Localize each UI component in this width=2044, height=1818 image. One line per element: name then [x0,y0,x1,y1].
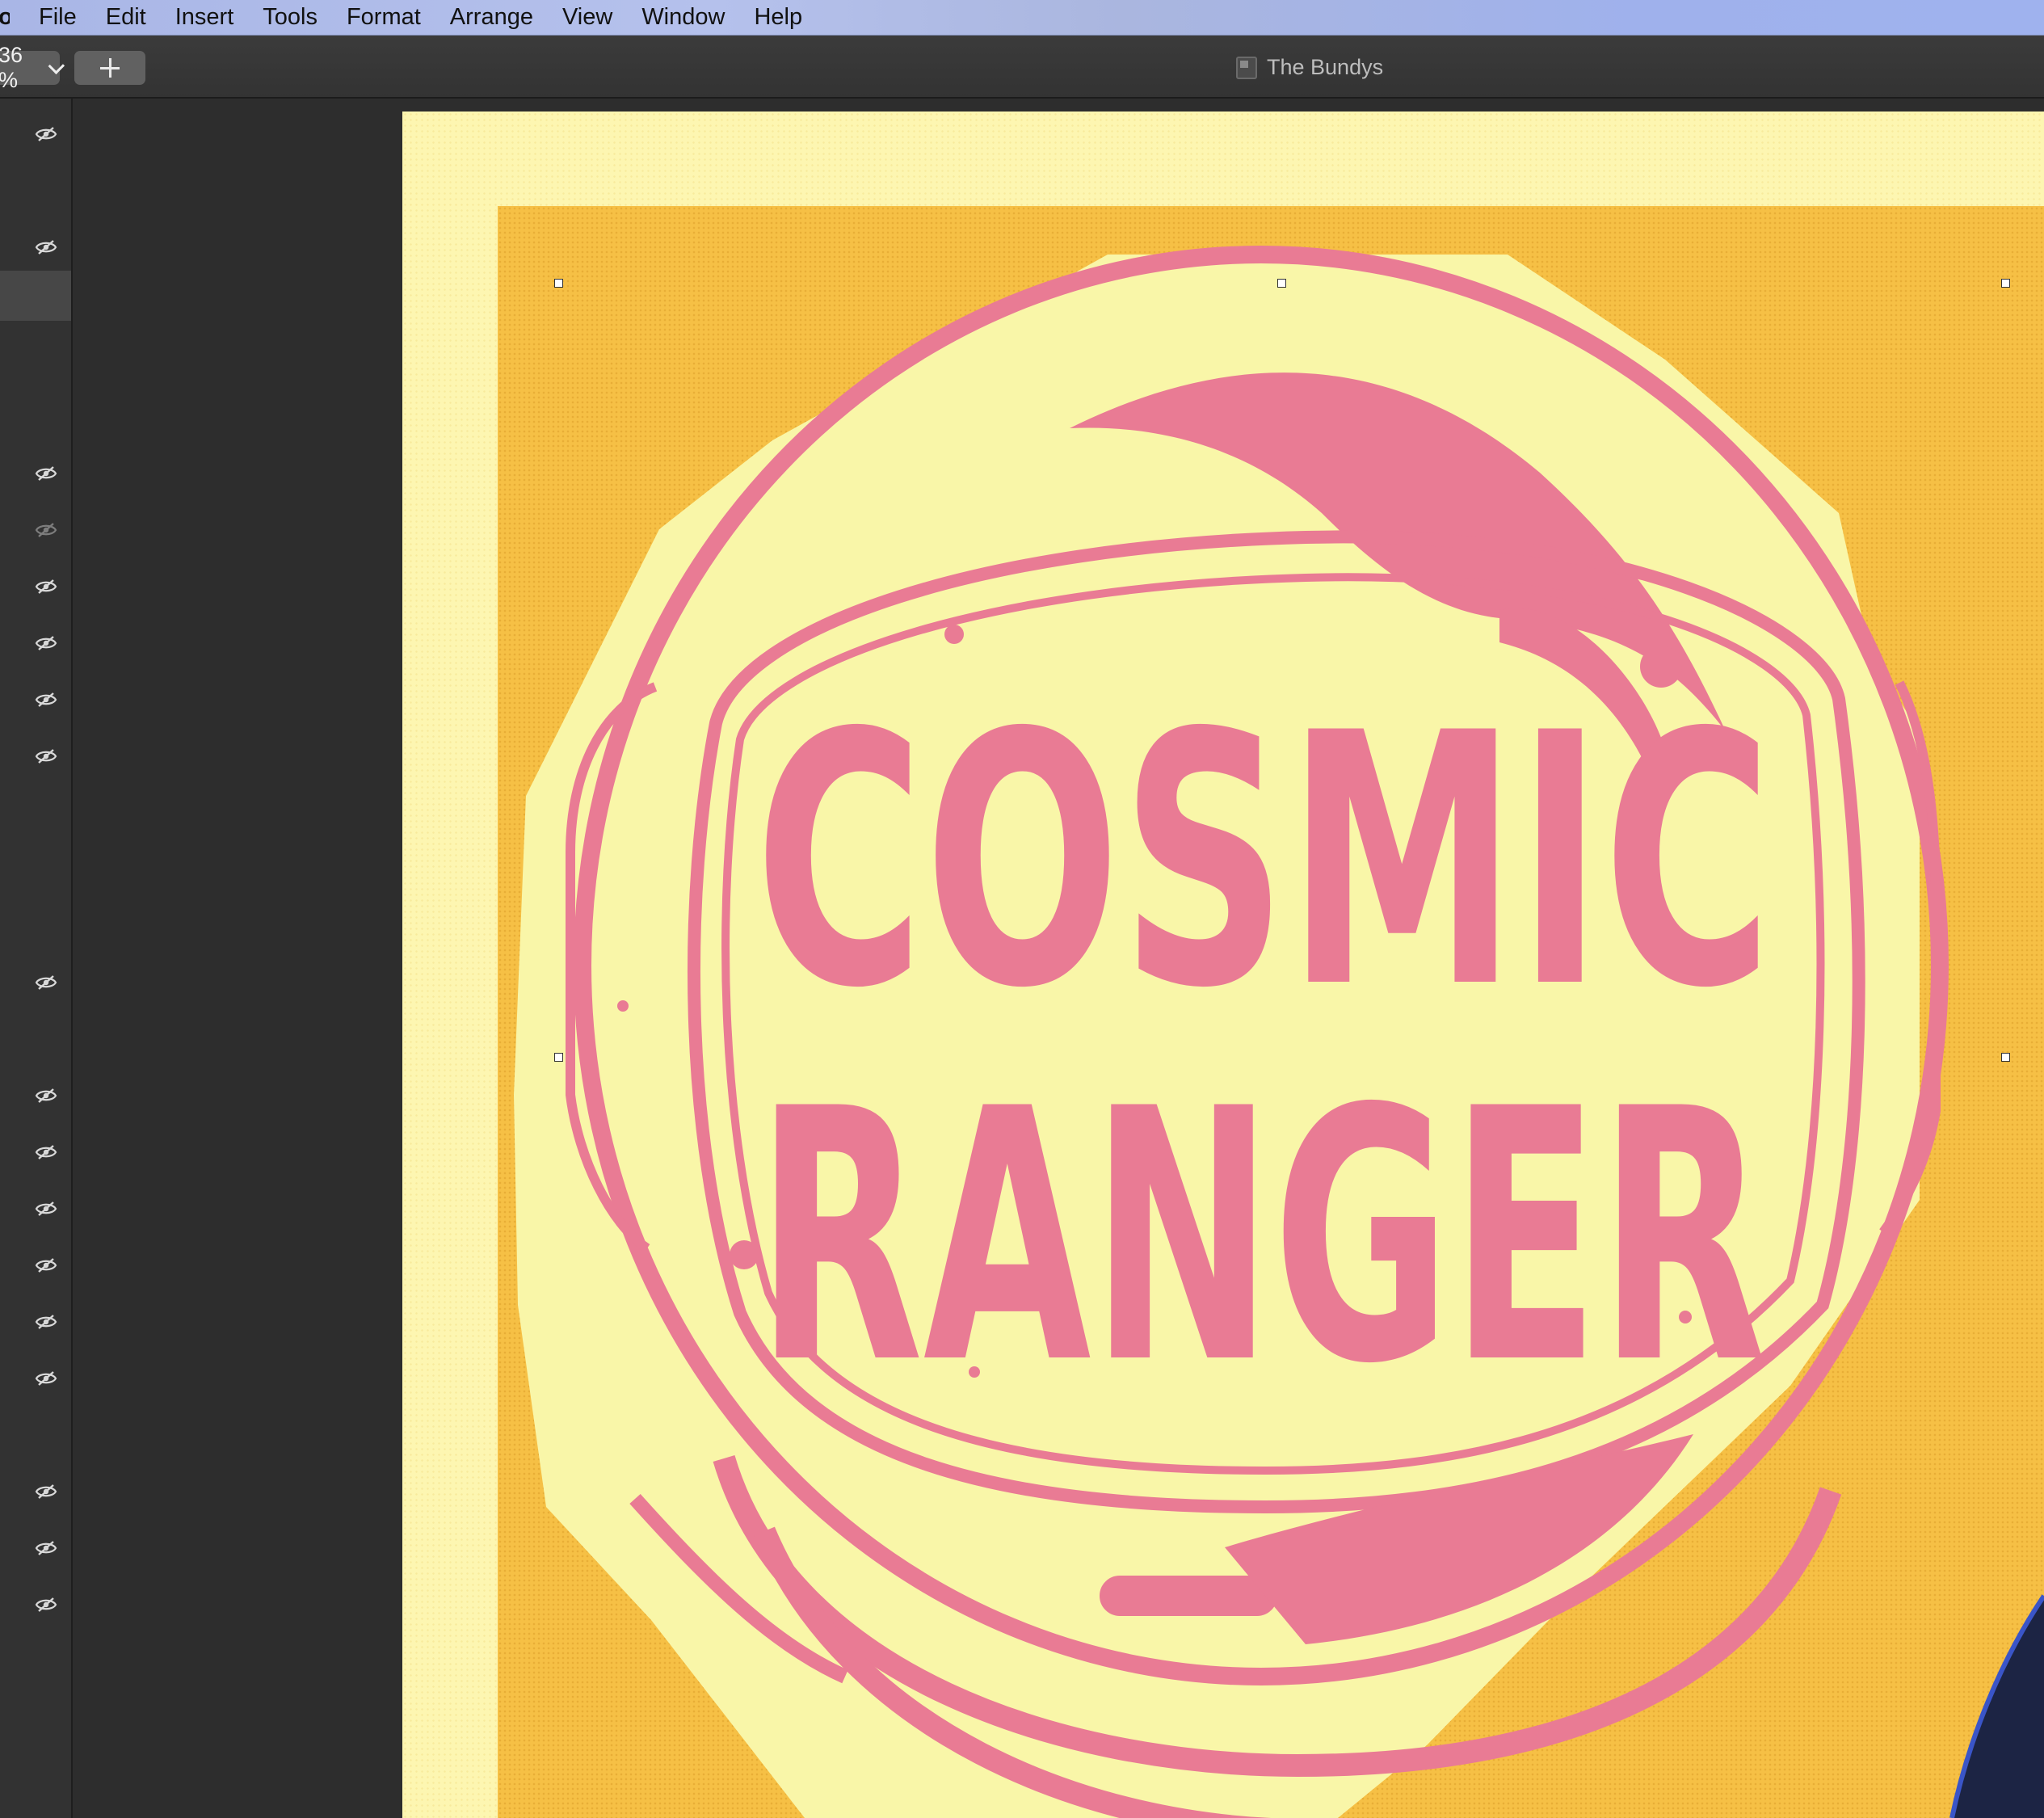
document-icon [1236,56,1257,79]
eye-slash-icon[interactable] [35,1258,57,1273]
selection-handle-top-center[interactable] [1277,279,1286,288]
eye-slash-icon[interactable] [35,749,57,764]
document-title: The Bundys [1236,55,1383,80]
eye-slash-icon[interactable] [35,466,57,481]
toolbar: 36 % The Bundys [0,36,2044,99]
selected-layer-row[interactable] [0,271,71,321]
zoom-value: 36 % [0,43,23,92]
layers-sidebar [0,99,73,1818]
cosmic-ranger-artwork[interactable]: COSMIC RANGER [498,206,2044,1818]
artwork-title-line2: RANGER [756,1036,1766,1440]
zoom-dropdown[interactable]: 36 % [0,43,65,92]
eye-slash-icon[interactable] [35,523,57,537]
document-title-text: The Bundys [1267,55,1384,79]
eye-slash-icon[interactable] [35,1145,57,1159]
artwork-title-line1: COSMIC [755,660,1773,1064]
eye-slash-icon[interactable] [35,579,57,594]
menu-file[interactable]: File [39,4,77,31]
menu-arrange[interactable]: Arrange [450,4,533,31]
eye-slash-icon[interactable] [35,975,57,990]
selection-handle-middle-left[interactable] [554,1053,563,1062]
eye-slash-icon[interactable] [35,1201,57,1216]
eye-slash-icon[interactable] [35,1088,57,1103]
plus-icon [100,58,120,78]
eye-slash-icon[interactable] [35,1541,57,1555]
menu-help[interactable]: Help [754,4,802,31]
menu-tools[interactable]: Tools [263,4,318,31]
menu-insert[interactable]: Insert [175,4,234,31]
eye-slash-icon[interactable] [35,692,57,707]
menu-bar: o File Edit Insert Tools Format Arrange … [0,0,2044,36]
add-button[interactable] [74,51,145,85]
eye-slash-icon[interactable] [35,1597,57,1612]
app-menu[interactable]: o [0,4,10,31]
selection-handle-middle-right[interactable] [2001,1053,2010,1062]
eye-slash-icon[interactable] [35,1315,57,1329]
astronaut-figure [1952,1596,2044,1818]
eye-slash-icon[interactable] [35,127,57,141]
menu-view[interactable]: View [562,4,612,31]
chevron-down-icon [48,57,65,74]
menu-edit[interactable]: Edit [106,4,146,31]
menu-window[interactable]: Window [641,4,725,31]
eye-slash-icon[interactable] [35,636,57,650]
star-dot [617,1000,629,1012]
eye-slash-icon[interactable] [35,1484,57,1499]
eye-slash-icon[interactable] [35,1371,57,1386]
star-dot [730,1240,759,1269]
selection-handle-top-right[interactable] [2001,279,2010,288]
star-dot [944,625,964,644]
selection-handle-top-left[interactable] [554,279,563,288]
menu-format[interactable]: Format [347,4,421,31]
eye-slash-icon[interactable] [35,240,57,255]
